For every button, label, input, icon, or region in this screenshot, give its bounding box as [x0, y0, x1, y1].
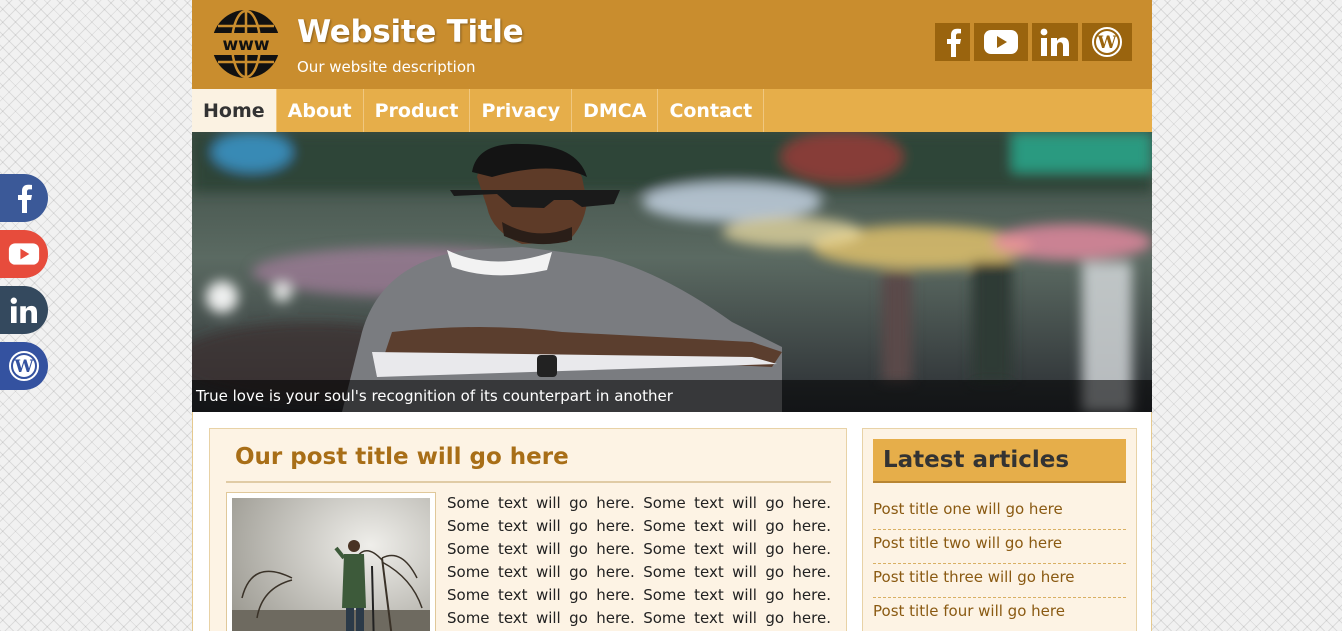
floating-youtube-button[interactable]	[0, 230, 48, 278]
floating-linkedin-button[interactable]	[0, 286, 48, 334]
site-title[interactable]: Website Title	[297, 14, 524, 50]
page-container: www Website Title Our website descriptio…	[192, 0, 1152, 631]
post-card: Our post title will go here Some text wi…	[209, 428, 847, 631]
floating-facebook-button[interactable]	[0, 174, 48, 222]
nav-about[interactable]: About	[277, 89, 364, 132]
svg-text:W: W	[13, 357, 34, 377]
sidebar-heading: Latest articles	[873, 439, 1126, 483]
site-description: Our website description	[297, 58, 476, 76]
content-area: Our post title will go here Some text wi…	[192, 412, 1152, 631]
nav-dmca[interactable]: DMCA	[572, 89, 659, 132]
article-link[interactable]: Post title one will go here	[873, 497, 1126, 530]
hero-caption: True love is your soul's recognition of …	[192, 380, 1152, 412]
header-facebook-button[interactable]	[935, 23, 970, 61]
youtube-icon	[984, 30, 1018, 54]
header-linkedin-button[interactable]	[1032, 23, 1078, 61]
nav-home[interactable]: Home	[192, 89, 277, 132]
article-link[interactable]: Post title four will go here	[873, 599, 1126, 631]
logo-www-text: www	[222, 35, 269, 55]
facebook-icon	[18, 184, 32, 213]
main-navigation: Home About Product Privacy DMCA Contact	[192, 89, 1152, 132]
post-thumbnail-image	[232, 498, 430, 631]
sidebar-widget: Latest articles Post title one will go h…	[862, 428, 1137, 631]
floating-wordpress-button[interactable]: W	[0, 342, 48, 390]
globe-www-logo-icon[interactable]: www	[210, 8, 282, 80]
header-wordpress-button[interactable]: W	[1082, 23, 1132, 61]
wordpress-icon: W	[1092, 27, 1122, 57]
hero-image	[192, 132, 1152, 412]
latest-articles-list: Post title one will go here Post title t…	[873, 497, 1126, 631]
nav-contact[interactable]: Contact	[658, 89, 765, 132]
nav-privacy[interactable]: Privacy	[470, 89, 573, 132]
post-title-divider	[226, 481, 831, 483]
post-thumbnail[interactable]	[226, 492, 436, 631]
floating-social-bar: W	[0, 174, 50, 398]
svg-text:W: W	[1096, 33, 1117, 53]
article-link[interactable]: Post title two will go here	[873, 531, 1126, 564]
hero-banner[interactable]: True love is your soul's recognition of …	[192, 132, 1152, 412]
youtube-icon	[8, 243, 40, 265]
nav-product[interactable]: Product	[364, 89, 471, 132]
header-youtube-button[interactable]	[974, 23, 1028, 61]
site-header: www Website Title Our website descriptio…	[192, 0, 1152, 89]
linkedin-icon	[1040, 28, 1069, 56]
post-title[interactable]: Our post title will go here	[235, 444, 569, 470]
article-link[interactable]: Post title three will go here	[873, 565, 1126, 598]
linkedin-icon	[10, 297, 37, 323]
header-social-links: W	[935, 23, 1132, 61]
facebook-icon	[946, 28, 961, 57]
wordpress-icon: W	[9, 351, 39, 381]
post-excerpt: Some text will go here. Some text will g…	[447, 494, 831, 627]
